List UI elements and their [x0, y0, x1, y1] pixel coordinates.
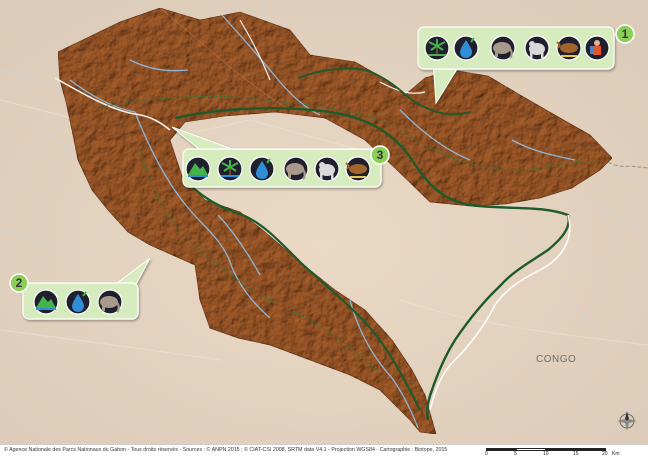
callout-3-badge: 3	[370, 145, 390, 165]
gorilla-icon	[524, 35, 550, 61]
water-drop-icon	[453, 35, 479, 61]
map-footer: © Agence Nationale des Parcs Nationaux d…	[0, 444, 648, 460]
buffalo-icon	[556, 35, 582, 61]
callout-1-badge: 1	[615, 24, 635, 44]
scale-unit: Km	[612, 451, 620, 457]
callout-1-number: 1	[622, 27, 629, 41]
scale-segment	[486, 448, 516, 451]
scale-segment	[516, 448, 546, 451]
elephant-icon	[283, 156, 309, 182]
scale-label: 5	[514, 451, 517, 457]
palm-icon	[424, 35, 450, 61]
scale-label: 10	[543, 451, 549, 457]
buffalo-icon	[345, 156, 371, 182]
scale-bar: 0 5 10 15 20 Km	[485, 446, 622, 458]
callout-3-number: 3	[377, 148, 384, 162]
palm-icon	[217, 156, 243, 182]
gorilla-icon	[314, 156, 340, 182]
elephant-icon	[97, 289, 123, 315]
scale-label: 0	[485, 451, 488, 457]
elephant-icon	[490, 35, 516, 61]
scale-label: 20	[602, 451, 608, 457]
callout-2-badge: 2	[9, 273, 29, 293]
credits-text: © Agence Nationale des Parcs Nationaux d…	[4, 447, 448, 453]
scale-label: 15	[573, 451, 579, 457]
callout-2-number: 2	[16, 276, 23, 290]
water-drop-icon	[65, 289, 91, 315]
mountain-icon	[185, 156, 211, 182]
water-drop-icon	[249, 156, 275, 182]
country-label: CONGO	[536, 354, 576, 365]
ranger-icon	[584, 35, 610, 61]
mountain-icon	[33, 289, 59, 315]
callout-2-icons	[33, 289, 123, 315]
map-canvas: CONGO 1 3 2	[0, 0, 648, 444]
